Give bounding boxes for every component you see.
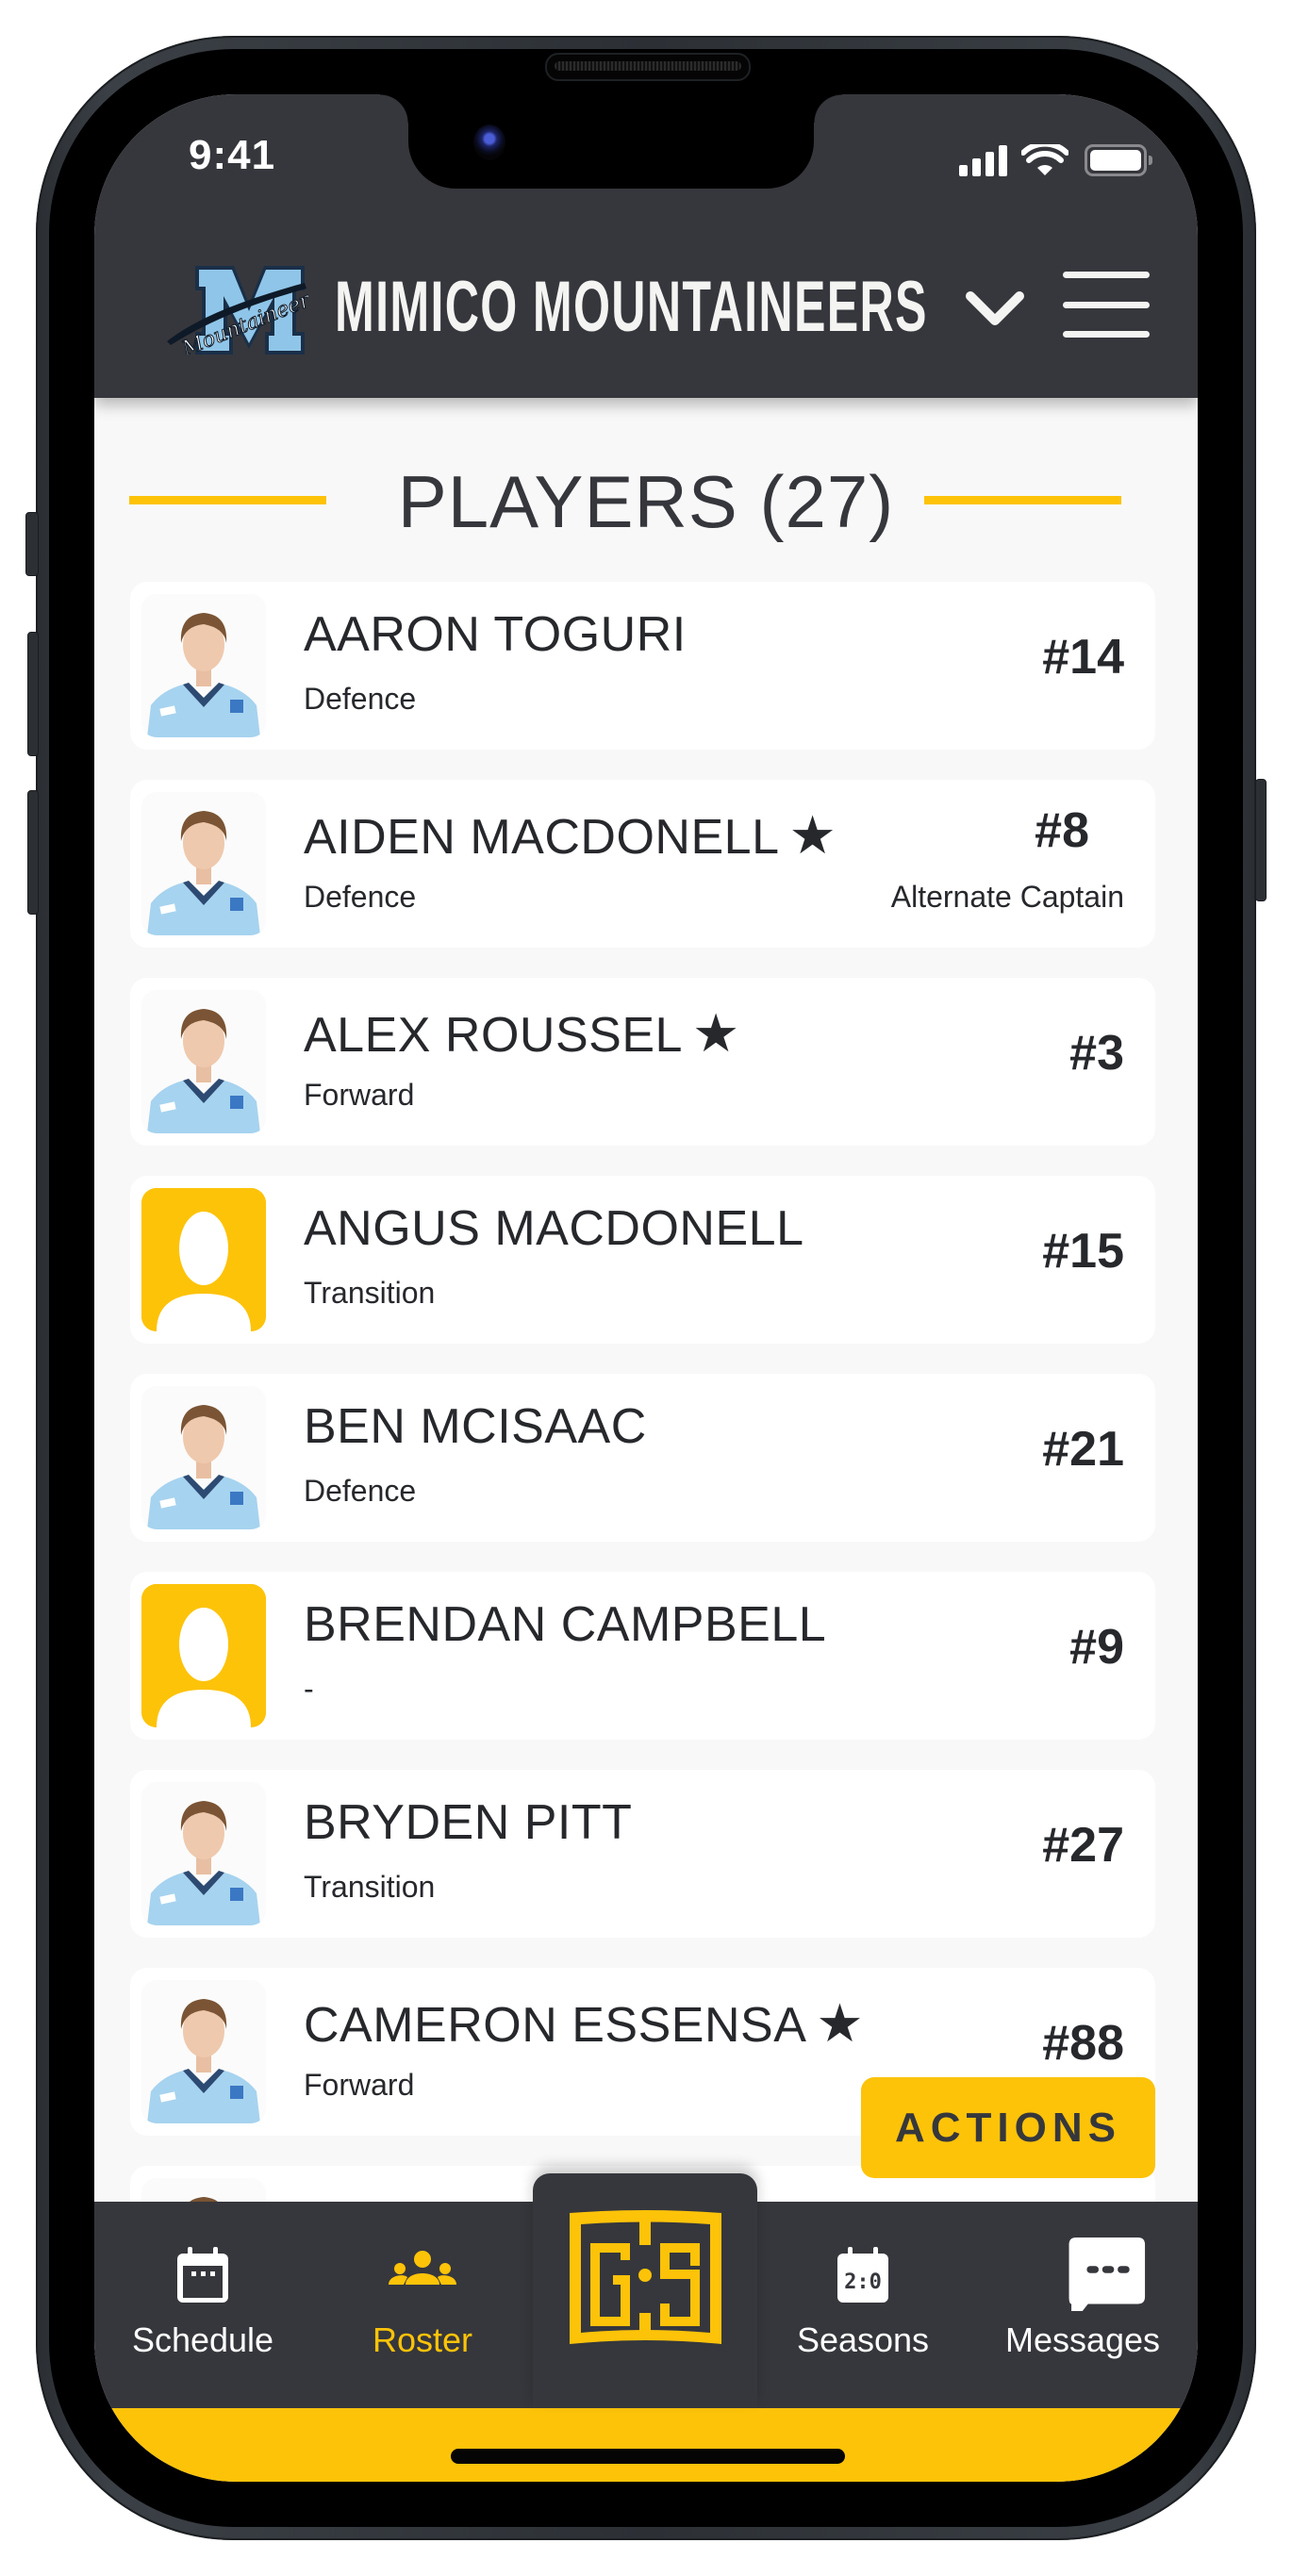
home-indicator[interactable] <box>451 2449 845 2464</box>
player-photo <box>141 594 266 737</box>
jersey-number: #14 <box>1042 630 1124 685</box>
svg-text:2:0: 2:0 <box>844 2271 882 2294</box>
player-position: - <box>304 1672 314 1706</box>
player-name: ALEX ROUSSEL ★ <box>304 1002 740 1065</box>
battery-icon <box>1085 144 1152 176</box>
silent-switch <box>25 512 39 576</box>
player-position: Defence <box>304 1474 417 1508</box>
screen: 9:41 Mountaineers MIMICO MOUNTAINEERS PL… <box>94 94 1198 2482</box>
power-button <box>1255 779 1267 901</box>
avatar-placeholder-icon <box>141 1584 266 1727</box>
chat-bubble-icon <box>1068 2237 1146 2311</box>
tab-seasons[interactable]: 2:0 Seasons <box>769 2202 957 2408</box>
player-name-text: BRENDAN CAMPBELL <box>304 1597 827 1652</box>
player-position: Transition <box>304 1870 436 1904</box>
star-icon: ★ <box>788 805 837 865</box>
tab-gamesheet-home[interactable] <box>533 2173 757 2408</box>
jersey-number: #9 <box>1069 1620 1124 1675</box>
chevron-down-icon[interactable] <box>965 290 1025 328</box>
player-row[interactable]: BRYDEN PITT Transition #27 <box>130 1770 1155 1938</box>
tab-roster[interactable]: Roster <box>328 2202 517 2408</box>
tab-label: Messages <box>1004 2320 1161 2359</box>
jersey-number: #15 <box>1042 1224 1124 1279</box>
player-photo <box>141 990 266 1133</box>
player-row[interactable]: ANGUS MACDONELL Transition #15 <box>130 1176 1155 1344</box>
player-position: Defence <box>304 682 417 716</box>
tab-messages[interactable]: Messages <box>988 2202 1177 2408</box>
front-camera-icon <box>473 124 505 160</box>
player-name-text: AARON TOGURI <box>304 607 687 662</box>
team-name-title[interactable]: MIMICO MOUNTAINEERS <box>335 265 928 350</box>
notch <box>380 94 842 189</box>
player-position: Defence <box>304 880 417 914</box>
team-icon <box>389 2251 456 2285</box>
cellular-signal-icon <box>959 144 1010 176</box>
player-photo <box>141 1386 266 1529</box>
player-row[interactable]: AARON TOGURI Defence #14 <box>130 582 1155 750</box>
player-name: BRYDEN PITT <box>304 1794 632 1851</box>
player-position: Forward <box>304 1078 415 1112</box>
tab-label: Schedule <box>131 2320 274 2359</box>
star-icon: ★ <box>816 1993 865 2053</box>
player-name-text: BRYDEN PITT <box>304 1795 633 1850</box>
volume-up-button <box>27 632 39 756</box>
tab-label: Seasons <box>796 2320 930 2359</box>
jersey-number: #8 <box>1035 803 1089 858</box>
actions-button[interactable]: ACTIONS <box>861 2077 1155 2178</box>
player-name-text: CAMERON ESSENSA <box>304 1998 807 2053</box>
player-name: AIDEN MACDONELL ★ <box>304 804 836 867</box>
heading-rule-right <box>924 496 1121 504</box>
player-role-badge: Alternate Captain <box>890 880 1124 914</box>
player-name-text: ANGUS MACDONELL <box>304 1201 804 1256</box>
scoreboard-calendar-icon: 2:0 <box>837 2247 888 2303</box>
status-icons <box>959 144 1157 176</box>
player-position: Forward <box>304 2068 415 2102</box>
home-indicator-area <box>94 2408 1198 2482</box>
players-section-heading: PLAYERS (27) <box>94 454 1198 549</box>
player-name: CAMERON ESSENSA ★ <box>304 1992 864 2055</box>
status-time: 9:41 <box>189 132 276 178</box>
player-row[interactable]: BEN MCISAAC Defence #21 <box>130 1374 1155 1542</box>
player-name: BEN MCISAAC <box>304 1398 647 1455</box>
player-position: Transition <box>304 1276 436 1310</box>
jersey-number: #88 <box>1042 2016 1124 2071</box>
player-name: BRENDAN CAMPBELL <box>304 1596 826 1653</box>
jersey-number: #3 <box>1069 1026 1124 1081</box>
jersey-number: #27 <box>1042 1818 1124 1873</box>
player-name-text: BEN MCISAAC <box>304 1399 647 1454</box>
avatar-placeholder-icon <box>141 1188 266 1331</box>
player-name: AARON TOGURI <box>304 606 687 663</box>
player-photo <box>141 792 266 935</box>
earpiece-speaker <box>545 53 751 81</box>
tab-label: Roster <box>372 2320 473 2359</box>
star-icon: ★ <box>691 1003 740 1063</box>
jersey-number: #21 <box>1042 1422 1124 1477</box>
gamesheet-logo-icon <box>570 2210 721 2344</box>
player-name-text: ALEX ROUSSEL <box>304 1008 683 1063</box>
player-row[interactable]: BRENDAN CAMPBELL - #9 <box>130 1572 1155 1740</box>
player-row[interactable]: ALEX ROUSSEL ★ Forward #3 <box>130 978 1155 1146</box>
player-row[interactable]: AIDEN MACDONELL ★ Defence #8 Alternate Capta… <box>130 780 1155 948</box>
hamburger-menu-icon[interactable] <box>1061 272 1151 339</box>
tab-schedule[interactable]: Schedule <box>108 2202 297 2408</box>
player-name-text: AIDEN MACDONELL <box>304 810 780 865</box>
team-logo[interactable]: Mountaineers <box>163 266 308 355</box>
wifi-icon <box>1021 144 1068 175</box>
player-photo <box>141 1980 266 2123</box>
volume-down-button <box>27 790 39 915</box>
player-name: ANGUS MACDONELL <box>304 1200 804 1257</box>
calendar-icon <box>177 2247 228 2303</box>
player-photo <box>141 1782 266 1925</box>
